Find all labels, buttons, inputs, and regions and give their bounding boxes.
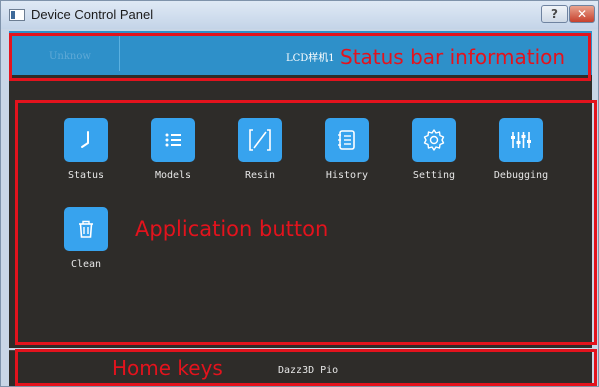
- home-keys-annotation-label: Home keys: [112, 356, 223, 380]
- status-bar-annotation-label: Status bar information: [340, 45, 566, 69]
- close-button[interactable]: ✕: [569, 5, 595, 23]
- home-keys-annotation-box: [15, 349, 597, 386]
- application-annotation-label: Application button: [135, 217, 329, 241]
- window-title: Device Control Panel: [31, 7, 154, 22]
- title-bar: Device Control Panel ? ✕: [1, 1, 598, 29]
- help-button[interactable]: ?: [541, 5, 568, 23]
- window-icon: [9, 9, 25, 21]
